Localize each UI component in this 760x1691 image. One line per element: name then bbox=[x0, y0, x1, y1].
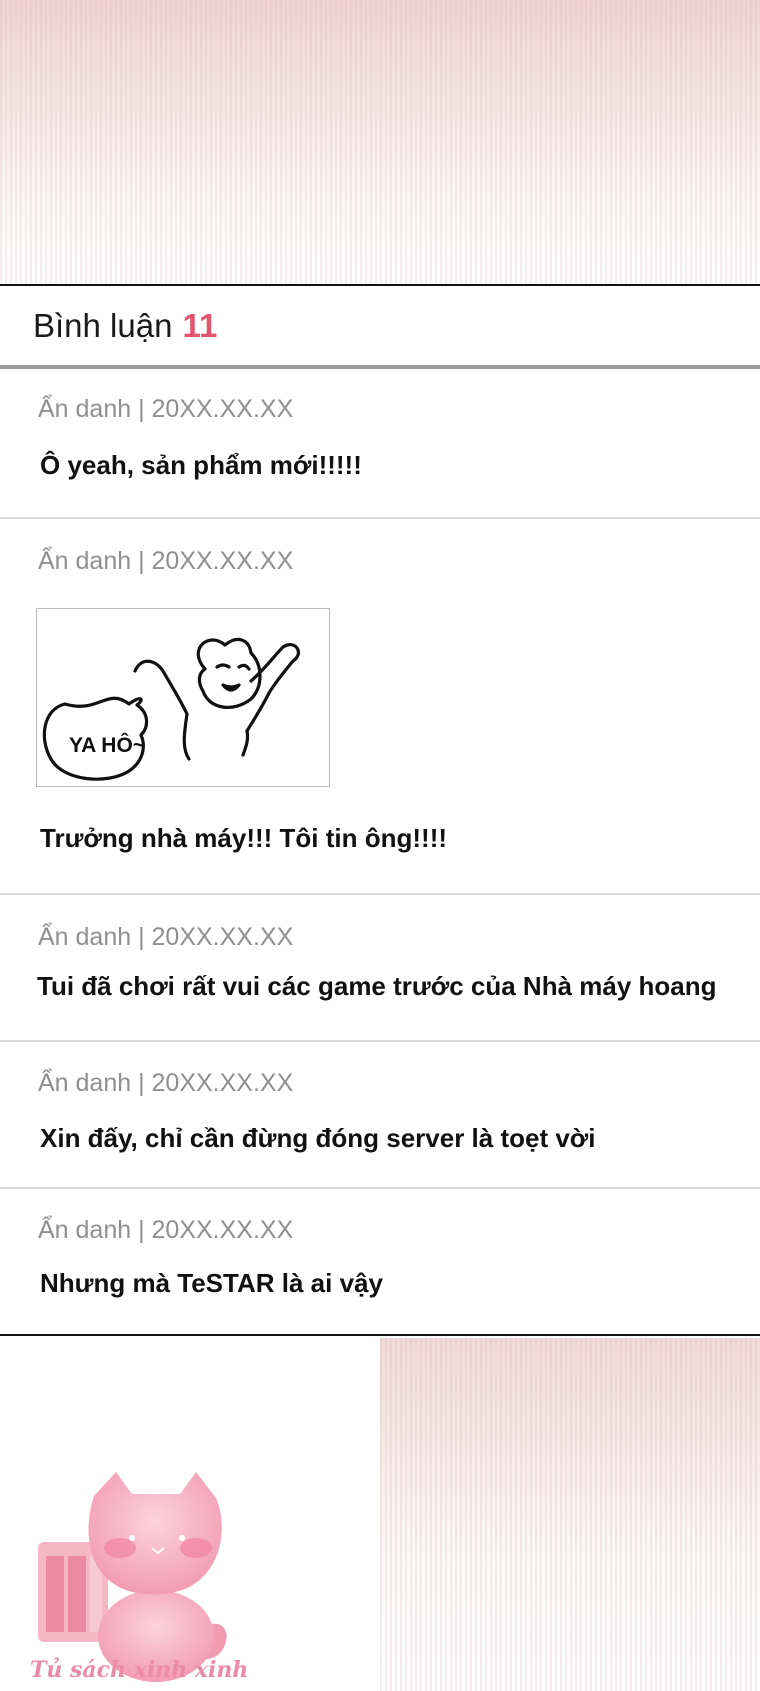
cheering-bear-sticker-icon: YA HÔ~ bbox=[42, 637, 300, 781]
watermark-text: Tủ sách xinh xinh bbox=[30, 1657, 249, 1683]
comments-header: Bình luận 11 bbox=[0, 286, 760, 369]
comments-panel: Bình luận 11 Ẩn danh | 20XX.XX.XX Ô yeah… bbox=[0, 284, 760, 1336]
comment-item: Ẩn danh | 20XX.XX.XX Xin đấy, chỉ cần đừ… bbox=[0, 1042, 760, 1189]
background-texture-top bbox=[0, 0, 760, 284]
comments-title: Bình luận bbox=[33, 306, 173, 344]
comment-item: Ẩn danh | 20XX.XX.XX YA HÔ~ Trưởng nhà m… bbox=[0, 519, 760, 895]
comment-item: Ẩn danh | 20XX.XX.XX Tui đã chơi rất vui… bbox=[0, 895, 760, 1042]
comment-text: Trưởng nhà máy!!! Tôi tin ông!!!! bbox=[40, 823, 448, 853]
comments-count: 11 bbox=[182, 306, 218, 344]
background-texture-bottom bbox=[380, 1338, 760, 1691]
comment-meta: Ẩn danh | 20XX.XX.XX bbox=[38, 395, 294, 423]
comment-text: Tui đã chơi rất vui các game trước của N… bbox=[37, 971, 717, 1001]
comment-meta: Ẩn danh | 20XX.XX.XX bbox=[38, 547, 294, 575]
comment-item: Ẩn danh | 20XX.XX.XX Nhưng mà TeSTAR là … bbox=[0, 1189, 760, 1334]
sticker-image: YA HÔ~ bbox=[36, 608, 330, 787]
comment-meta: Ẩn danh | 20XX.XX.XX bbox=[38, 1216, 294, 1244]
comment-text: Ô yeah, sản phẩm mới!!!!! bbox=[40, 450, 362, 480]
sticker-caption: YA HÔ~ bbox=[69, 733, 145, 757]
comment-text: Nhưng mà TeSTAR là ai vậy bbox=[40, 1268, 383, 1298]
comment-meta: Ẩn danh | 20XX.XX.XX bbox=[38, 923, 294, 951]
comment-text: Xin đấy, chỉ cần đừng đóng server là toẹ… bbox=[40, 1123, 596, 1153]
comment-item: Ẩn danh | 20XX.XX.XX Ô yeah, sản phẩm mớ… bbox=[0, 369, 760, 519]
comment-meta: Ẩn danh | 20XX.XX.XX bbox=[38, 1069, 294, 1097]
